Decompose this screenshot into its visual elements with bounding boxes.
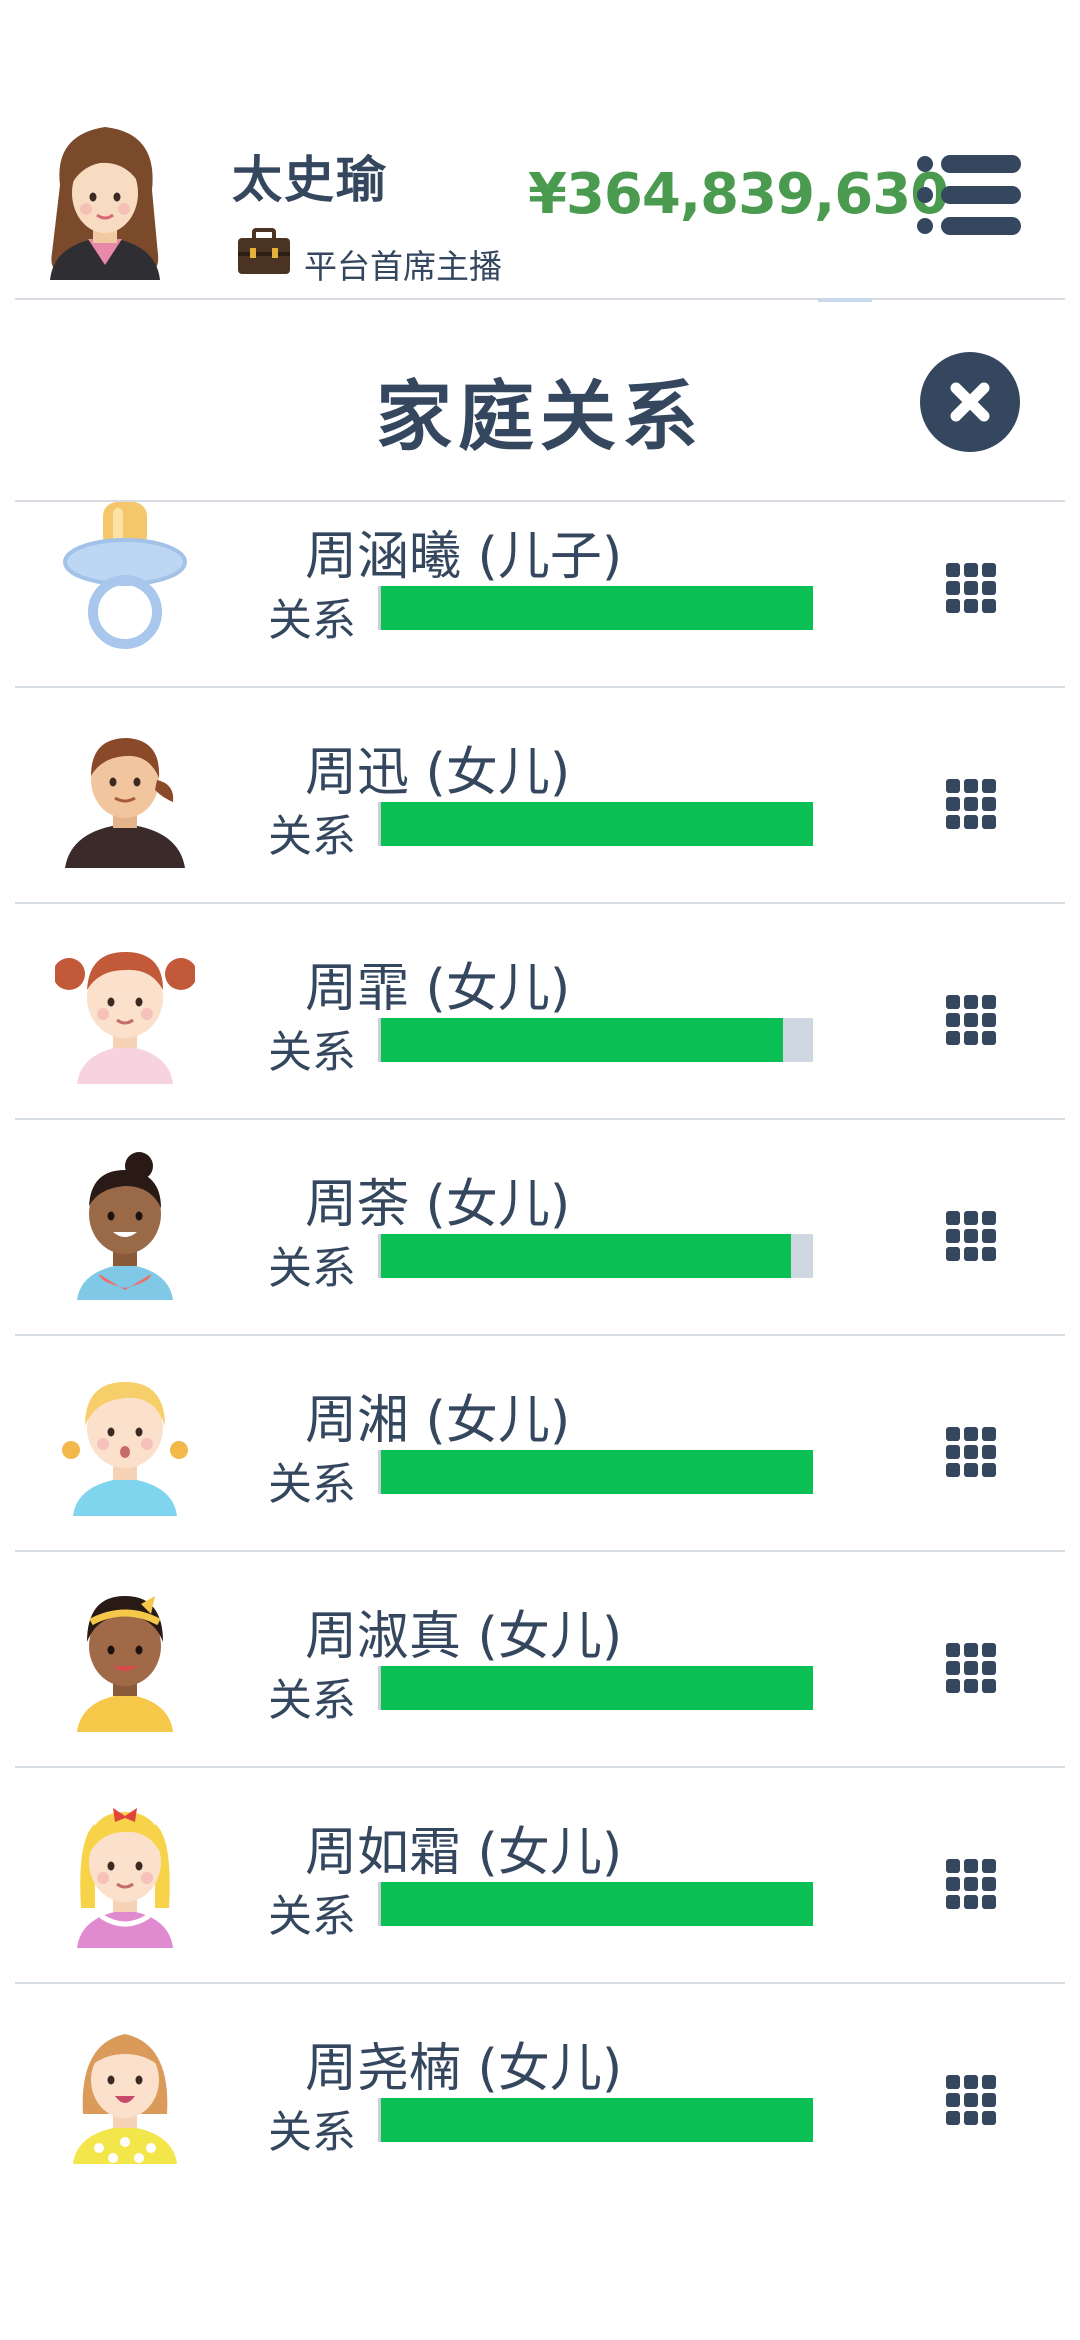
- relation-bar: [378, 1882, 813, 1926]
- relation-bar-fill: [381, 586, 813, 630]
- menu-list-icon: [917, 155, 1021, 235]
- pacifier-icon: [55, 502, 195, 652]
- relation-label: 关系: [268, 1243, 356, 1294]
- girl-bun-avatar-icon: [55, 1150, 195, 1300]
- relation-bar-fill: [381, 1882, 813, 1926]
- relation-bar-fill: [381, 802, 813, 846]
- list-item[interactable]: 周淑真 (女儿) 关系: [0, 1552, 1080, 1768]
- relation-label: 关系: [268, 1027, 356, 1078]
- relation-label: 关系: [268, 1891, 356, 1942]
- girl-pigtails-avatar-icon: [53, 934, 197, 1084]
- list-item[interactable]: 周湘 (女儿) 关系: [0, 1336, 1080, 1552]
- relation-bar-fill: [381, 1450, 813, 1494]
- app-root: 太史瑜 平台首席主播 ¥364,839,630 家庭关系 周涵曦 (儿子) 关系…: [0, 0, 1080, 2340]
- member-name: 周迅 (女儿): [305, 743, 571, 803]
- child-avatar-icon: [55, 718, 195, 868]
- list-item[interactable]: 周迅 (女儿) 关系: [0, 688, 1080, 904]
- relation-label: 关系: [268, 2107, 356, 2158]
- relation-label: 关系: [268, 1675, 356, 1726]
- player-name: 太史瑜: [232, 151, 388, 209]
- relation-label: 关系: [268, 1459, 356, 1510]
- header-divider: [15, 298, 1065, 300]
- relation-bar: [378, 586, 813, 630]
- relation-bar-fill: [381, 1234, 792, 1278]
- grid-icon[interactable]: [945, 1210, 997, 1262]
- girl-headband-avatar-icon: [55, 1582, 195, 1732]
- grid-icon[interactable]: [945, 778, 997, 830]
- money-balance: ¥364,839,630: [528, 162, 949, 227]
- player-header: 太史瑜 平台首席主播 ¥364,839,630: [0, 0, 1080, 302]
- member-name: 周淑真 (女儿): [305, 1607, 623, 1667]
- briefcase-icon: [236, 228, 292, 278]
- grid-icon[interactable]: [945, 2074, 997, 2126]
- relation-bar: [378, 2098, 813, 2142]
- relation-label: 关系: [268, 595, 356, 646]
- blonde-girl-avatar-icon: [55, 1366, 195, 1516]
- relation-label: 关系: [268, 811, 356, 862]
- list-item[interactable]: 周如霜 (女儿) 关系: [0, 1768, 1080, 1984]
- grid-icon[interactable]: [945, 1858, 997, 1910]
- grid-icon[interactable]: [945, 562, 997, 614]
- relation-bar: [378, 1666, 813, 1710]
- close-icon: [950, 382, 990, 422]
- dialog-title: 家庭关系: [376, 372, 704, 461]
- player-title: 平台首席主播: [304, 247, 502, 286]
- list-item[interactable]: 周涵曦 (儿子) 关系: [0, 502, 1080, 688]
- grid-icon[interactable]: [945, 1426, 997, 1478]
- relation-bar: [378, 1018, 813, 1062]
- family-list: 周涵曦 (儿子) 关系 周迅 (女儿) 关系 周霏 (女儿) 关系 周荼 (女儿…: [0, 502, 1080, 2197]
- member-name: 周尧楠 (女儿): [305, 2039, 623, 2099]
- scroll-indicator: [818, 298, 872, 302]
- member-name: 周湘 (女儿): [305, 1391, 571, 1451]
- list-item[interactable]: 周尧楠 (女儿) 关系: [0, 1984, 1080, 2197]
- member-name: 周荼 (女儿): [305, 1175, 571, 1235]
- relation-bar-fill: [381, 1018, 783, 1062]
- list-item[interactable]: 周霏 (女儿) 关系: [0, 904, 1080, 1120]
- relation-bar: [378, 802, 813, 846]
- grid-icon[interactable]: [945, 1642, 997, 1694]
- relation-bar: [378, 1234, 813, 1278]
- relation-bar-fill: [381, 1666, 813, 1710]
- close-button[interactable]: [920, 352, 1020, 452]
- relation-bar: [378, 1450, 813, 1494]
- menu-button[interactable]: [915, 150, 1025, 240]
- blonde-bow-avatar-icon: [55, 1798, 195, 1948]
- relation-bar-fill: [381, 2098, 813, 2142]
- member-name: 周涵曦 (儿子): [305, 527, 623, 587]
- woman-avatar-icon: [40, 115, 170, 280]
- girl-polka-avatar-icon: [55, 2014, 195, 2164]
- grid-icon[interactable]: [945, 994, 997, 1046]
- member-name: 周如霜 (女儿): [305, 1823, 623, 1883]
- list-item[interactable]: 周荼 (女儿) 关系: [0, 1120, 1080, 1336]
- member-name: 周霏 (女儿): [305, 959, 571, 1019]
